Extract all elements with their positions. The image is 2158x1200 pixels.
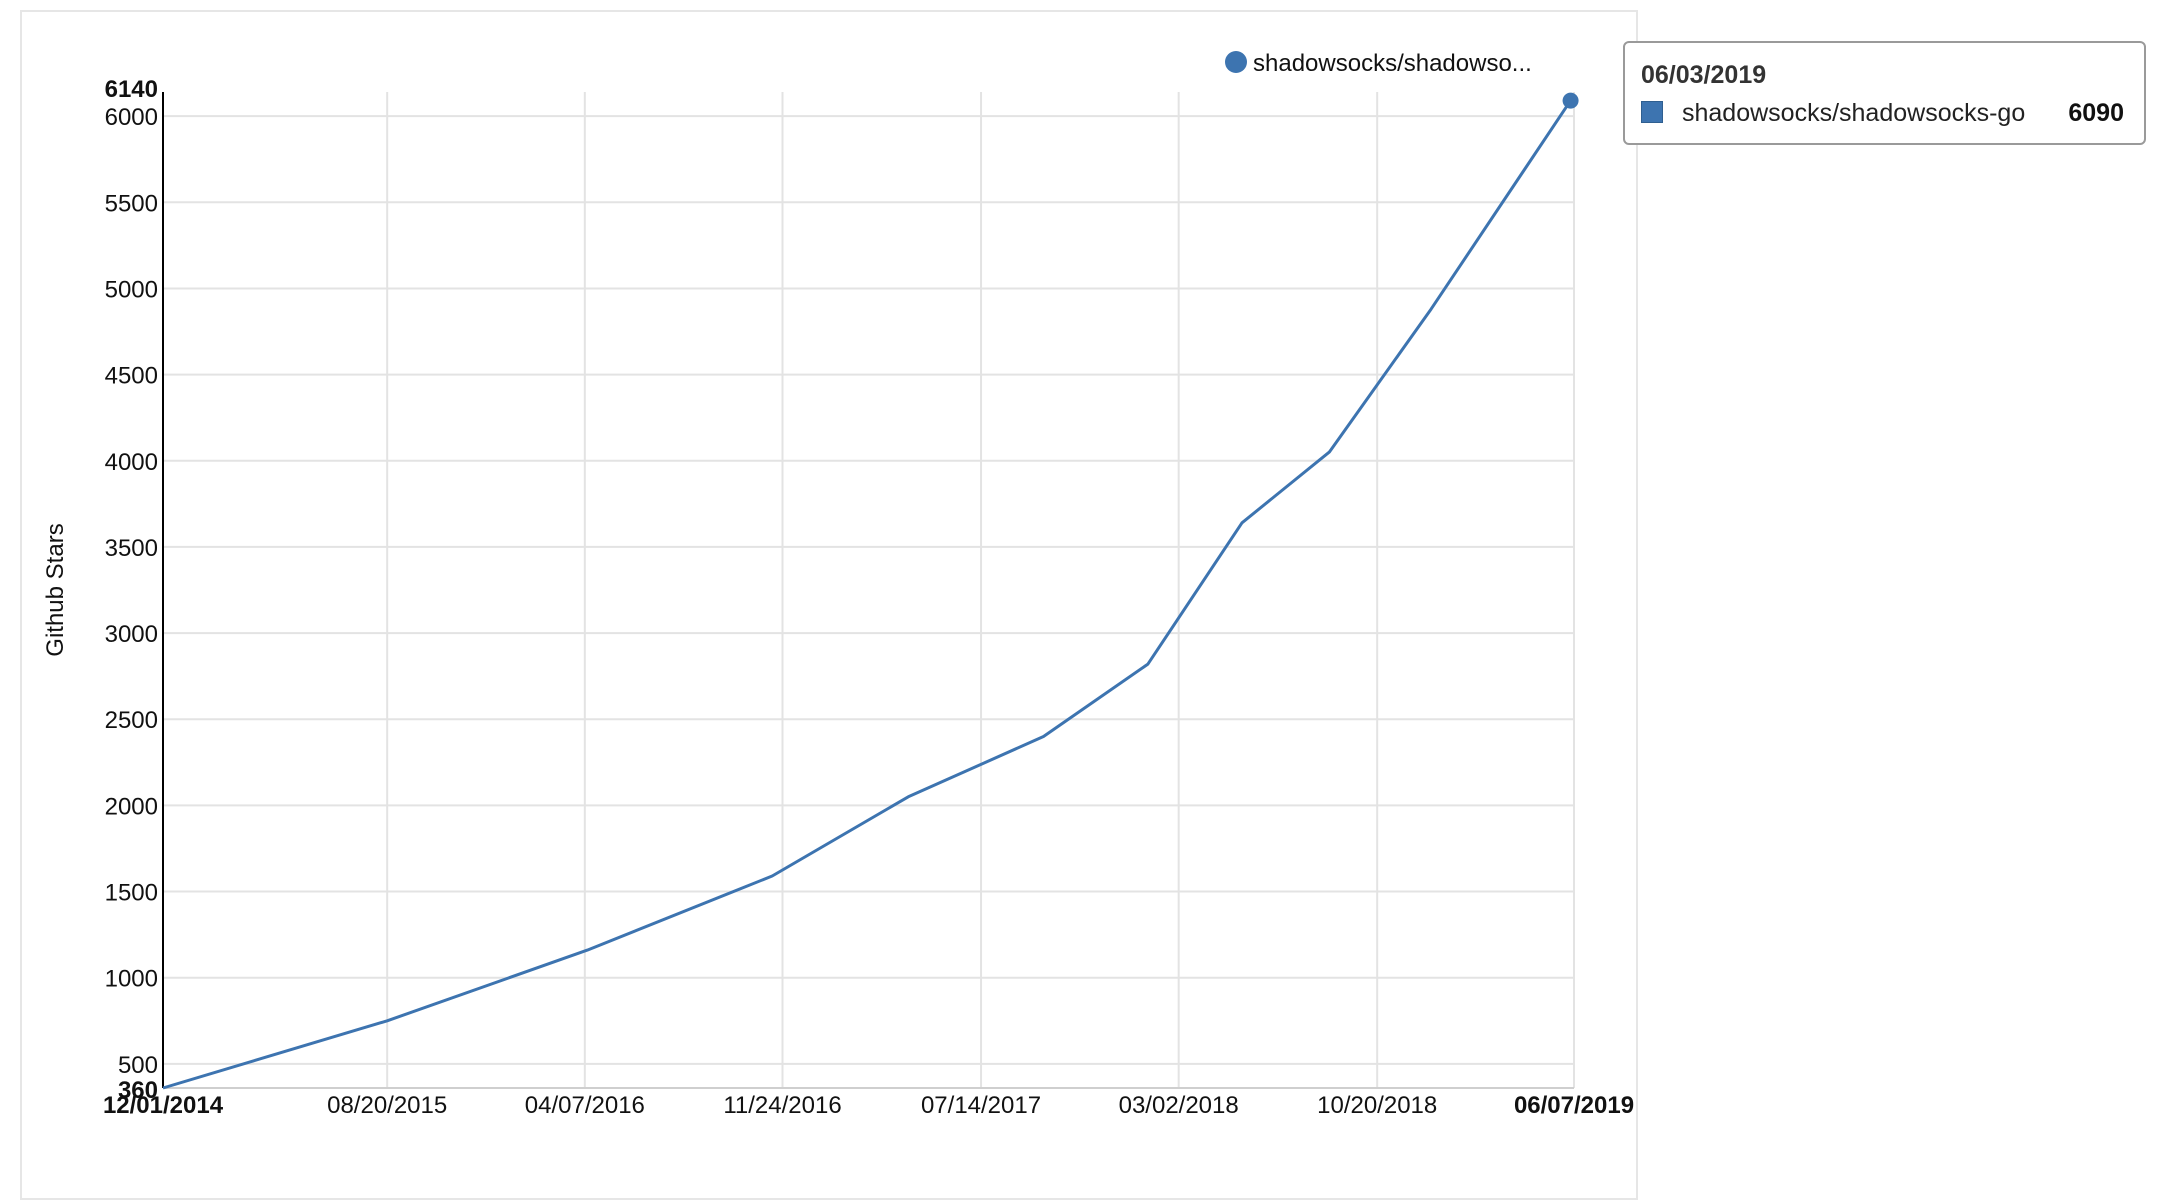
y-tick-label: 500 <box>118 1052 158 1079</box>
x-tick-label: 07/14/2017 <box>921 1092 1041 1119</box>
tooltip-series-name: shadowsocks/shadowsocks-go <box>1682 99 2026 127</box>
x-min-label: 12/01/2014 <box>103 1092 224 1119</box>
y-max-label: 6140 <box>105 76 158 103</box>
chart-tooltip: 06/03/2019 shadowsocks/shadowsocks-go 60… <box>1623 41 2146 145</box>
y-tick-label: 3000 <box>105 621 158 648</box>
x-tick-label: 03/02/2018 <box>1119 1092 1239 1119</box>
y-tick-label: 4500 <box>105 363 158 390</box>
x-max-label: 06/07/2019 <box>1514 1092 1634 1119</box>
line-chart[interactable]: 500 1000 1500 2000 2500 3000 3500 4000 4500 5000 5… <box>0 0 2158 1188</box>
tooltip-series-swatch <box>1641 101 1663 123</box>
x-tick-label: 11/24/2016 <box>723 1092 841 1119</box>
y-tick-label: 2000 <box>105 793 158 820</box>
y-tick-label: 5500 <box>105 190 158 217</box>
y-tick-label: 3500 <box>105 535 158 562</box>
y-tick-label: 6000 <box>105 104 158 131</box>
y-tick-label: 2500 <box>105 707 158 734</box>
x-tick-label: 10/20/2018 <box>1317 1092 1437 1119</box>
y-tick-label: 5000 <box>105 276 158 303</box>
tooltip-value: 6090 <box>2068 99 2124 127</box>
tooltip-date: 06/03/2019 <box>1641 61 1767 89</box>
y-tick-label: 4000 <box>105 449 158 476</box>
highlight-point <box>1562 92 1579 109</box>
legend-marker <box>1225 51 1247 73</box>
series-line <box>162 99 1572 1090</box>
x-tick-label: 04/07/2016 <box>525 1092 645 1119</box>
y-tick-label: 1500 <box>105 880 158 907</box>
y-axis-title: Github Stars <box>42 523 69 656</box>
y-tick-label: 1000 <box>105 966 158 993</box>
x-tick-label: 08/20/2015 <box>327 1092 447 1119</box>
legend-label: shadowsocks/shadowso... <box>1253 50 1532 77</box>
